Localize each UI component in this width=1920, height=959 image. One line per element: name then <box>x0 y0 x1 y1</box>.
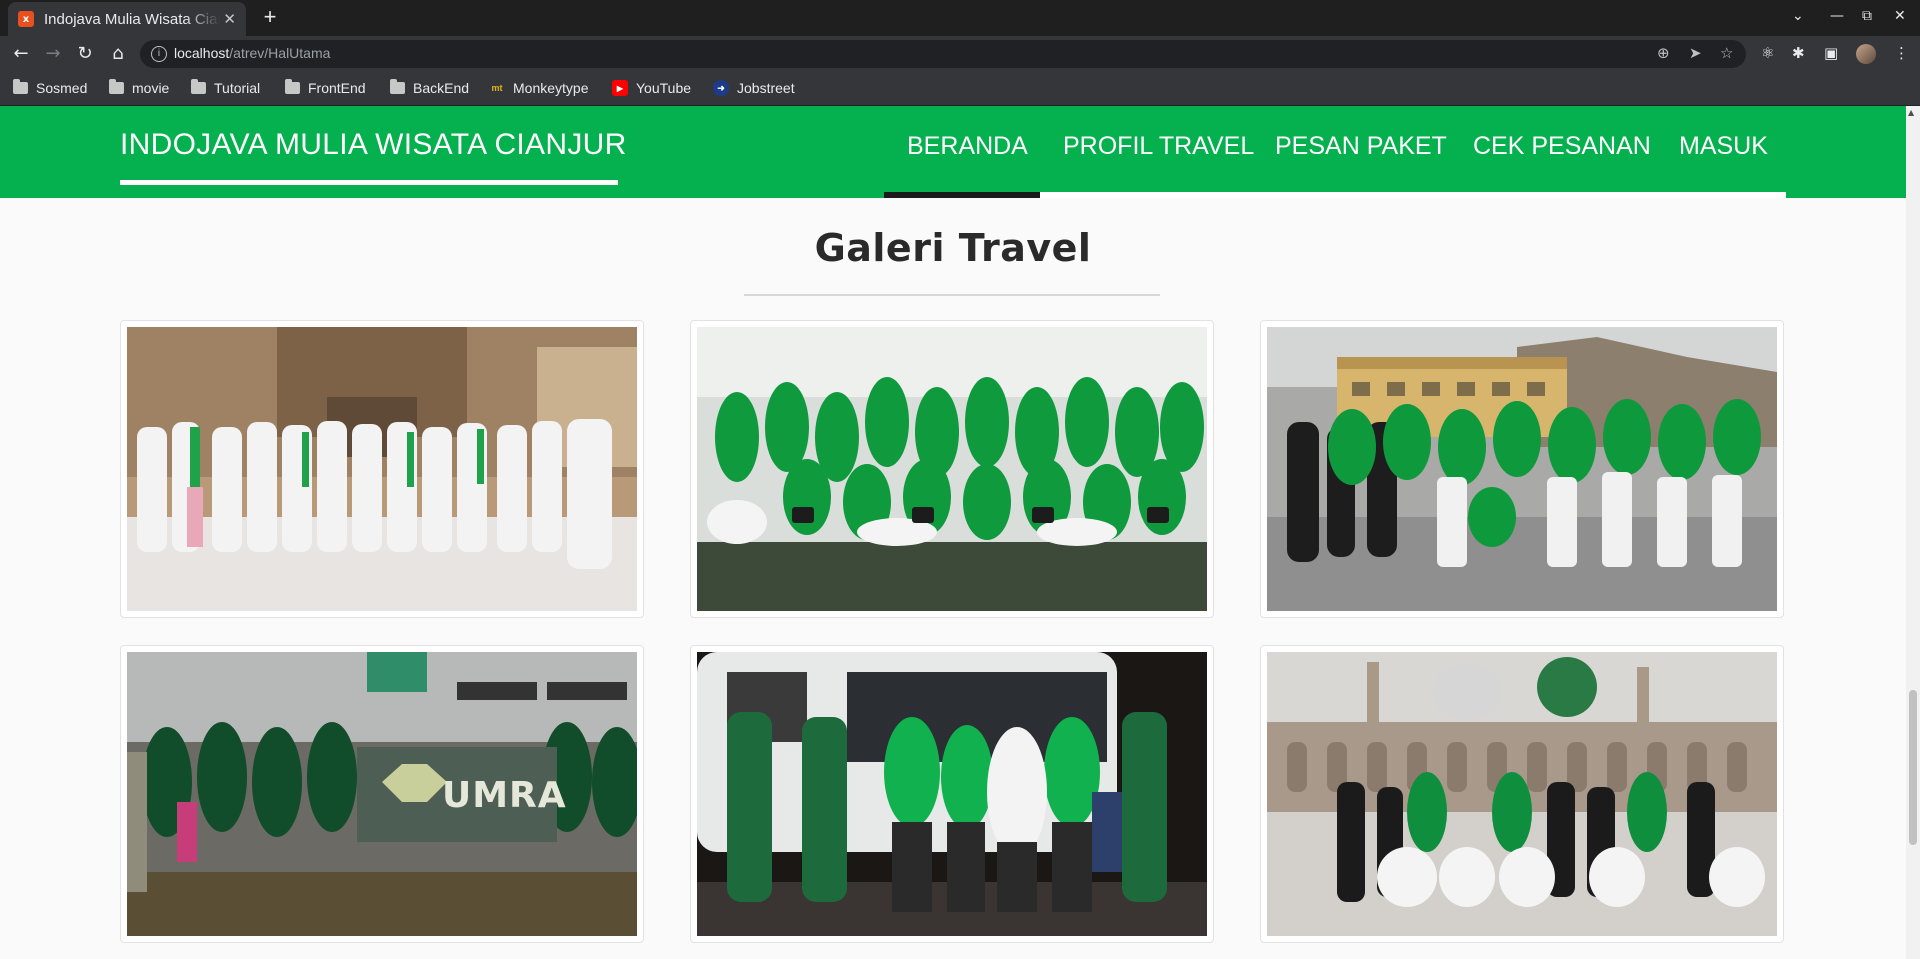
jobstreet-icon: ➜ <box>713 80 729 96</box>
forward-arrow-icon[interactable]: → <box>41 42 65 66</box>
gallery-title-divider <box>744 294 1160 296</box>
bookmark-label: FrontEnd <box>308 80 366 96</box>
bookmark-star-icon[interactable]: ☆ <box>1720 44 1733 62</box>
url-path: /atrev/HalUtama <box>229 45 331 61</box>
bookmark-sosmed[interactable]: Sosmed <box>13 78 87 98</box>
scrollbar-thumb[interactable] <box>1909 690 1917 845</box>
bookmark-label: Tutorial <box>214 80 261 96</box>
restore-icon[interactable]: ⧉ <box>1862 8 1872 24</box>
menu-kebab-icon[interactable]: ⋮ <box>1894 44 1909 62</box>
bookmark-frontend[interactable]: FrontEnd <box>285 78 366 98</box>
gallery-card[interactable] <box>1260 645 1784 943</box>
browser-tab[interactable]: x Indojava Mulia Wisata Cianjur ✕ <box>8 2 246 36</box>
bookmark-label: BackEnd <box>413 80 470 96</box>
gallery-title: Galeri Travel <box>814 226 1092 270</box>
gallery-card[interactable]: UMRA <box>120 645 644 943</box>
gallery-card[interactable] <box>690 645 1214 943</box>
brand-underline <box>120 180 618 185</box>
monkeytype-icon: mt <box>491 83 503 93</box>
bookmark-monkeytype[interactable]: mt Monkeytype <box>489 78 589 98</box>
profile-avatar[interactable] <box>1856 44 1876 64</box>
bookmark-label: Jobstreet <box>737 80 795 96</box>
gallery-card[interactable] <box>690 320 1214 618</box>
gallery-photo-pilgrims-green-seated[interactable] <box>697 327 1207 611</box>
folder-icon <box>191 79 206 94</box>
gallery-photo-airport-umrah-banner[interactable]: UMRA <box>127 652 637 936</box>
reload-icon[interactable]: ↻ <box>73 42 97 66</box>
nav-profil-travel[interactable]: PROFIL TRAVEL <box>1063 132 1254 161</box>
extensions-puzzle-icon[interactable]: ✱ <box>1792 44 1805 62</box>
gallery-photo-group-nabawi-dome[interactable] <box>1267 652 1777 936</box>
send-icon[interactable]: ➤ <box>1689 44 1702 62</box>
scroll-up-arrow-icon[interactable]: ▲ <box>1908 108 1914 117</box>
gallery-photo-group-white-bus[interactable] <box>697 652 1207 936</box>
xampp-favicon-icon: x <box>18 11 34 27</box>
nav-pesan-paket[interactable]: PESAN PAKET <box>1275 132 1447 161</box>
site-brand-link[interactable]: INDOJAVA MULIA WISATA CIANJUR <box>120 128 627 162</box>
tab-title: Indojava Mulia Wisata Cianjur <box>44 10 220 28</box>
gallery-card[interactable] <box>120 320 644 618</box>
back-arrow-icon[interactable]: ← <box>9 42 33 66</box>
folder-icon <box>109 79 124 94</box>
new-tab-icon[interactable]: + <box>258 6 282 30</box>
close-tab-icon[interactable]: ✕ <box>223 10 236 28</box>
folder-icon <box>13 79 28 94</box>
menu-active-indicator <box>884 192 1040 198</box>
site-navbar: INDOJAVA MULIA WISATA CIANJUR BERANDA PR… <box>0 106 1906 198</box>
nav-beranda[interactable]: BERANDA <box>907 132 1028 161</box>
web-page: INDOJAVA MULIA WISATA CIANJUR BERANDA PR… <box>0 106 1906 959</box>
bookmark-label: movie <box>132 80 170 96</box>
nav-masuk[interactable]: MASUK <box>1679 132 1768 161</box>
side-panel-icon[interactable]: ▣ <box>1824 44 1838 62</box>
gallery-card[interactable] <box>1260 320 1784 618</box>
url-host: localhost <box>174 45 230 61</box>
close-window-icon[interactable]: ✕ <box>1894 8 1906 24</box>
address-url[interactable]: localhost/atrev/HalUtama <box>174 45 330 61</box>
site-info-icon[interactable]: i <box>151 46 167 62</box>
home-icon[interactable]: ⌂ <box>106 42 130 66</box>
bookmark-movie[interactable]: movie <box>109 78 169 98</box>
nav-cek-pesanan[interactable]: CEK PESANAN <box>1473 132 1651 161</box>
bookmark-youtube[interactable]: ▶ YouTube <box>612 78 691 98</box>
zoom-icon[interactable]: ⊕ <box>1657 44 1670 62</box>
folder-icon <box>285 79 300 94</box>
react-devtools-icon[interactable]: ⚛ <box>1761 44 1774 62</box>
gallery-photo-pilgrims-mountain-building[interactable] <box>1267 327 1777 611</box>
youtube-icon: ▶ <box>612 80 628 96</box>
bookmark-jobstreet[interactable]: ➜ Jobstreet <box>713 78 795 98</box>
folder-icon <box>390 79 405 94</box>
bookmark-label: Sosmed <box>36 80 88 96</box>
bookmark-label: Monkeytype <box>513 80 589 96</box>
address-bar[interactable] <box>140 40 1746 68</box>
bookmark-backend[interactable]: BackEnd <box>390 78 469 98</box>
minimize-icon[interactable]: — <box>1830 8 1844 24</box>
svg-text:UMRA: UMRA <box>442 775 567 816</box>
tab-search-chevron-icon[interactable]: ⌄ <box>1792 8 1804 24</box>
bookmark-label: YouTube <box>636 80 692 96</box>
bookmark-tutorial[interactable]: Tutorial <box>191 78 260 98</box>
browser-tabstrip <box>0 0 1920 36</box>
gallery-photo-pilgrims-white-mosque[interactable] <box>127 327 637 611</box>
